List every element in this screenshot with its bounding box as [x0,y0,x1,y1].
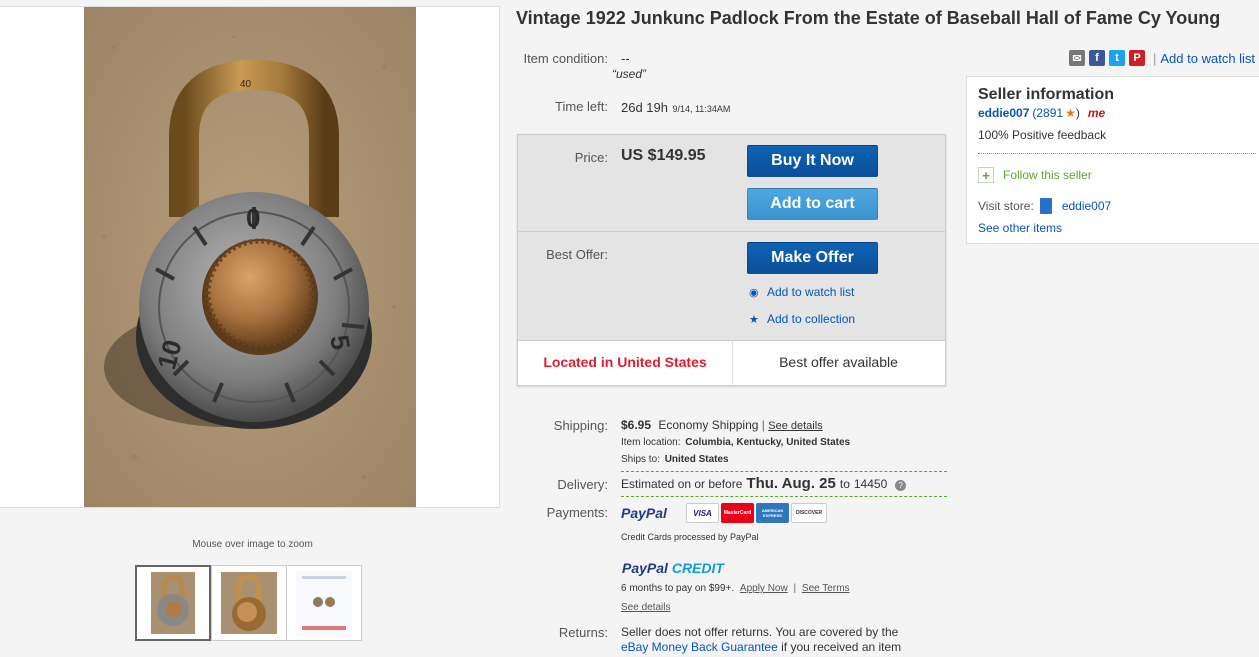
main-photo-padlock[interactable]: 40 0 10 5 [84,7,416,507]
best-offer-available-text: Best offer available [779,354,898,370]
discover-icon: DISCOVER [791,503,827,523]
help-icon[interactable]: ? [895,480,907,491]
see-terms-link[interactable]: See Terms [802,583,850,594]
feedback-star-icon: ★ [1065,106,1076,120]
delivery-bottom-border [621,496,947,497]
shipping-label: Shipping: [553,418,608,433]
condition-label: Item condition: [523,51,608,66]
share-divider: | [1153,50,1157,66]
plus-icon: + [978,167,994,183]
padlock-photo: 40 0 10 5 [84,7,416,507]
card-logos: VISA MasterCard AMERICAN EXPRESS DISCOVE… [686,503,829,523]
delivery-prefix: Estimated on or before [621,477,743,491]
returns-text: Seller does not offer returns. You are c… [621,625,899,639]
processed-by-paypal: Credit Cards processed by PayPal [621,532,759,542]
follow-seller-row[interactable]: + Follow this seller [978,167,1092,183]
condition-note: “used” [612,67,647,81]
share-bar: ✉ f t P | Add to watch list [1069,50,1255,66]
located-in-text: Located in United States [543,354,707,370]
condition-value: -- [621,51,630,66]
paypal-logo: PayPal [621,505,667,521]
add-watch-list-link[interactable]: Add to watch list [767,285,854,299]
main-image-frame[interactable]: 40 0 10 5 [0,6,500,508]
buybox-divider [518,231,945,232]
positive-feedback: 100% Positive feedback [978,128,1107,142]
seller-divider [978,153,1256,154]
add-collection-link[interactable]: Add to collection [767,312,855,326]
visa-icon: VISA [686,503,719,523]
time-left-value: 26d 19h [621,100,668,115]
shackle-stamp: 40 [240,79,252,90]
time-left-end: 9/14, 11:34AM [672,104,731,114]
visit-store-label: Visit store: [978,199,1034,213]
delivery-zip: 14450 [853,477,888,491]
credit-sep: | [793,583,797,594]
returns-tail: if you received an item [781,640,902,654]
add-watch-list-row[interactable]: ◉ Add to watch list [749,285,854,299]
apply-now-link[interactable]: Apply Now [740,583,788,594]
thumbnail-2[interactable] [211,565,287,641]
price-value: US $149.95 [621,147,706,164]
price-label: Price: [574,150,608,165]
follow-seller-link[interactable]: Follow this seller [1003,168,1092,182]
payments-label: Payments: [546,505,608,520]
paypal-credit-logo-a: PayPal [622,560,668,576]
seller-feedback-score[interactable]: (2891 [1032,106,1063,120]
facebook-icon[interactable]: f [1089,50,1105,66]
delivery-label: Delivery: [557,477,608,492]
credit-see-details-link[interactable]: See details [621,602,670,613]
thumb-document-image [296,570,352,636]
item-title: Vintage 1922 Junkunc Padlock From the Es… [516,8,1221,28]
store-name-link[interactable]: eddie007 [1062,199,1111,213]
item-location: Columbia, Kentucky, United States [685,437,851,448]
star-icon: ★ [749,313,759,326]
thumb-lock-front-image [151,572,195,634]
mastercard-icon: MasterCard [721,503,754,523]
shipping-method: Economy Shipping [658,418,759,432]
paypal-credit-logo-b: CREDIT [671,560,724,576]
shipping-cost: $6.95 [621,418,652,432]
add-to-cart-button[interactable]: Add to cart [747,188,878,220]
dial-number-0: 0 [246,203,260,233]
thumbnail-1[interactable] [135,565,211,641]
eye-icon: ◉ [749,286,759,299]
credit-terms: 6 months to pay on $99+. [621,583,735,594]
ships-to-label: Ships to: [621,454,660,465]
paypal-credit-logo: PayPal CREDIT [622,560,724,576]
see-other-items-link[interactable]: See other items [978,221,1062,235]
see-details-link[interactable]: See details [768,420,822,432]
returns-label: Returns: [558,625,608,640]
zoom-hint: Mouse over image to zoom [192,539,313,550]
thumb-lock-side-image [221,572,277,634]
best-offer-label: Best Offer: [546,247,608,262]
me-badge-icon[interactable]: me [1088,106,1105,120]
thumbnail-3[interactable] [286,565,362,641]
money-back-guarantee-link[interactable]: eBay Money Back Guarantee [621,640,778,654]
seller-name-link[interactable]: eddie007 [978,106,1029,120]
delivery-top-border [621,471,947,472]
add-watch-list-link-top[interactable]: Add to watch list [1160,51,1255,66]
delivery-date: Thu. Aug. 25 [746,475,836,492]
time-left-label: Time left: [555,99,608,114]
buy-box: Price: US $149.95 Buy It Now Add to cart… [517,134,946,386]
ships-to: United States [664,454,729,465]
seller-info-box: Seller information eddie007 (2891 ★ ) me… [966,76,1259,244]
seller-score-close: ) [1075,106,1080,120]
location-row: Located in United States Best offer avai… [518,340,945,386]
store-icon [1039,198,1052,214]
item-location-label: Item location: [621,437,681,448]
pinterest-icon[interactable]: P [1129,50,1145,66]
delivery-to: to [839,477,850,491]
make-offer-button[interactable]: Make Offer [747,242,878,274]
amex-icon: AMERICAN EXPRESS [756,503,789,523]
shipping-sep: | [761,418,765,432]
email-icon[interactable]: ✉ [1069,50,1085,66]
twitter-icon[interactable]: t [1109,50,1125,66]
buy-it-now-button[interactable]: Buy It Now [747,145,878,177]
add-collection-row[interactable]: ★ Add to collection [749,312,855,326]
seller-heading: Seller information [978,86,1115,103]
